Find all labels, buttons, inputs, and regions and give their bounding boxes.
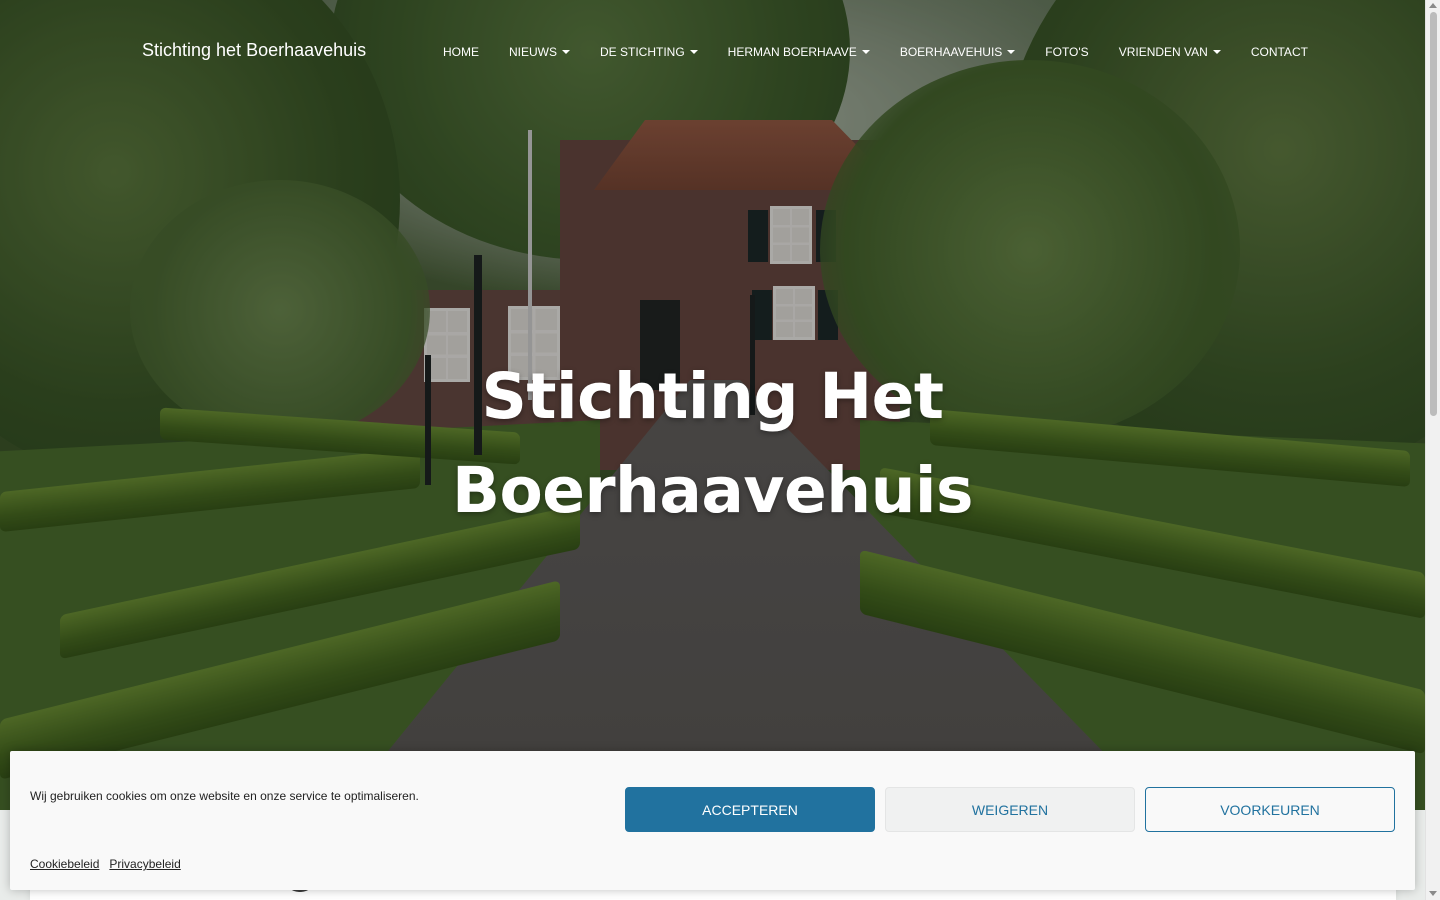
main-nav: HOME NIEUWS DE STICHTING HERMAN BOERHAAV… xyxy=(428,44,1323,60)
cookie-message: Wij gebruiken cookies om onze website en… xyxy=(30,789,419,803)
nav-item-label: HERMAN BOERHAAVE xyxy=(727,45,857,59)
nav-item-nieuws[interactable]: NIEUWS xyxy=(494,44,585,60)
cookie-policy-link[interactable]: Cookiebeleid xyxy=(30,857,99,871)
nav-item-de-stichting[interactable]: DE STICHTING xyxy=(585,44,713,60)
accept-cookies-button[interactable]: ACCEPTEREN xyxy=(625,787,875,832)
page-scrollbar[interactable] xyxy=(1425,0,1440,900)
hero-section: Stichting Het Boerhaavehuis xyxy=(0,0,1425,810)
scroll-up-arrow-icon[interactable] xyxy=(1429,3,1437,8)
nav-item-home[interactable]: HOME xyxy=(428,44,494,60)
nav-item-label: DE STICHTING xyxy=(600,45,685,59)
deny-cookies-button[interactable]: WEIGEREN xyxy=(885,787,1135,832)
nav-item-label: CONTACT xyxy=(1250,45,1308,59)
cookie-banner: Wij gebruiken cookies om onze website en… xyxy=(10,751,1415,890)
hero-title-line: Stichting Het xyxy=(481,360,944,433)
nav-item-contact[interactable]: CONTACT xyxy=(1236,44,1323,60)
nav-item-label: BOERHAAVEHUIS xyxy=(899,45,1003,59)
nav-item-herman-boerhaave[interactable]: HERMAN BOERHAAVE xyxy=(713,44,885,60)
hero-title: Stichting Het Boerhaavehuis xyxy=(0,350,1425,538)
caret-down-icon xyxy=(689,50,698,54)
caret-down-icon xyxy=(562,50,570,54)
cookie-policy-links: Cookiebeleid Privacybeleid xyxy=(30,857,181,871)
privacy-policy-link[interactable]: Privacybeleid xyxy=(109,857,180,871)
caret-down-icon xyxy=(861,50,870,54)
scrollbar-thumb[interactable] xyxy=(1430,12,1437,416)
caret-down-icon xyxy=(1212,50,1221,54)
navbar: Stichting het Boerhaavehuis HOME NIEUWS … xyxy=(0,0,1425,100)
nav-item-fotos[interactable]: FOTO'S xyxy=(1030,44,1103,60)
caret-down-icon xyxy=(1007,50,1016,54)
nav-item-boerhaavehuis[interactable]: BOERHAAVEHUIS xyxy=(885,44,1030,60)
site-brand-link[interactable]: Stichting het Boerhaavehuis xyxy=(142,40,366,61)
nav-item-label: FOTO'S xyxy=(1045,45,1089,59)
nav-item-label: HOME xyxy=(443,45,479,59)
hero-title-line: Boerhaavehuis xyxy=(451,454,974,527)
nav-item-vrienden-van[interactable]: VRIENDEN VAN xyxy=(1104,44,1236,60)
cookie-preferences-button[interactable]: VOORKEUREN xyxy=(1145,787,1395,832)
nav-item-label: VRIENDEN VAN xyxy=(1118,45,1208,59)
nav-item-label: NIEUWS xyxy=(509,45,557,59)
scroll-down-arrow-icon[interactable] xyxy=(1429,891,1437,896)
